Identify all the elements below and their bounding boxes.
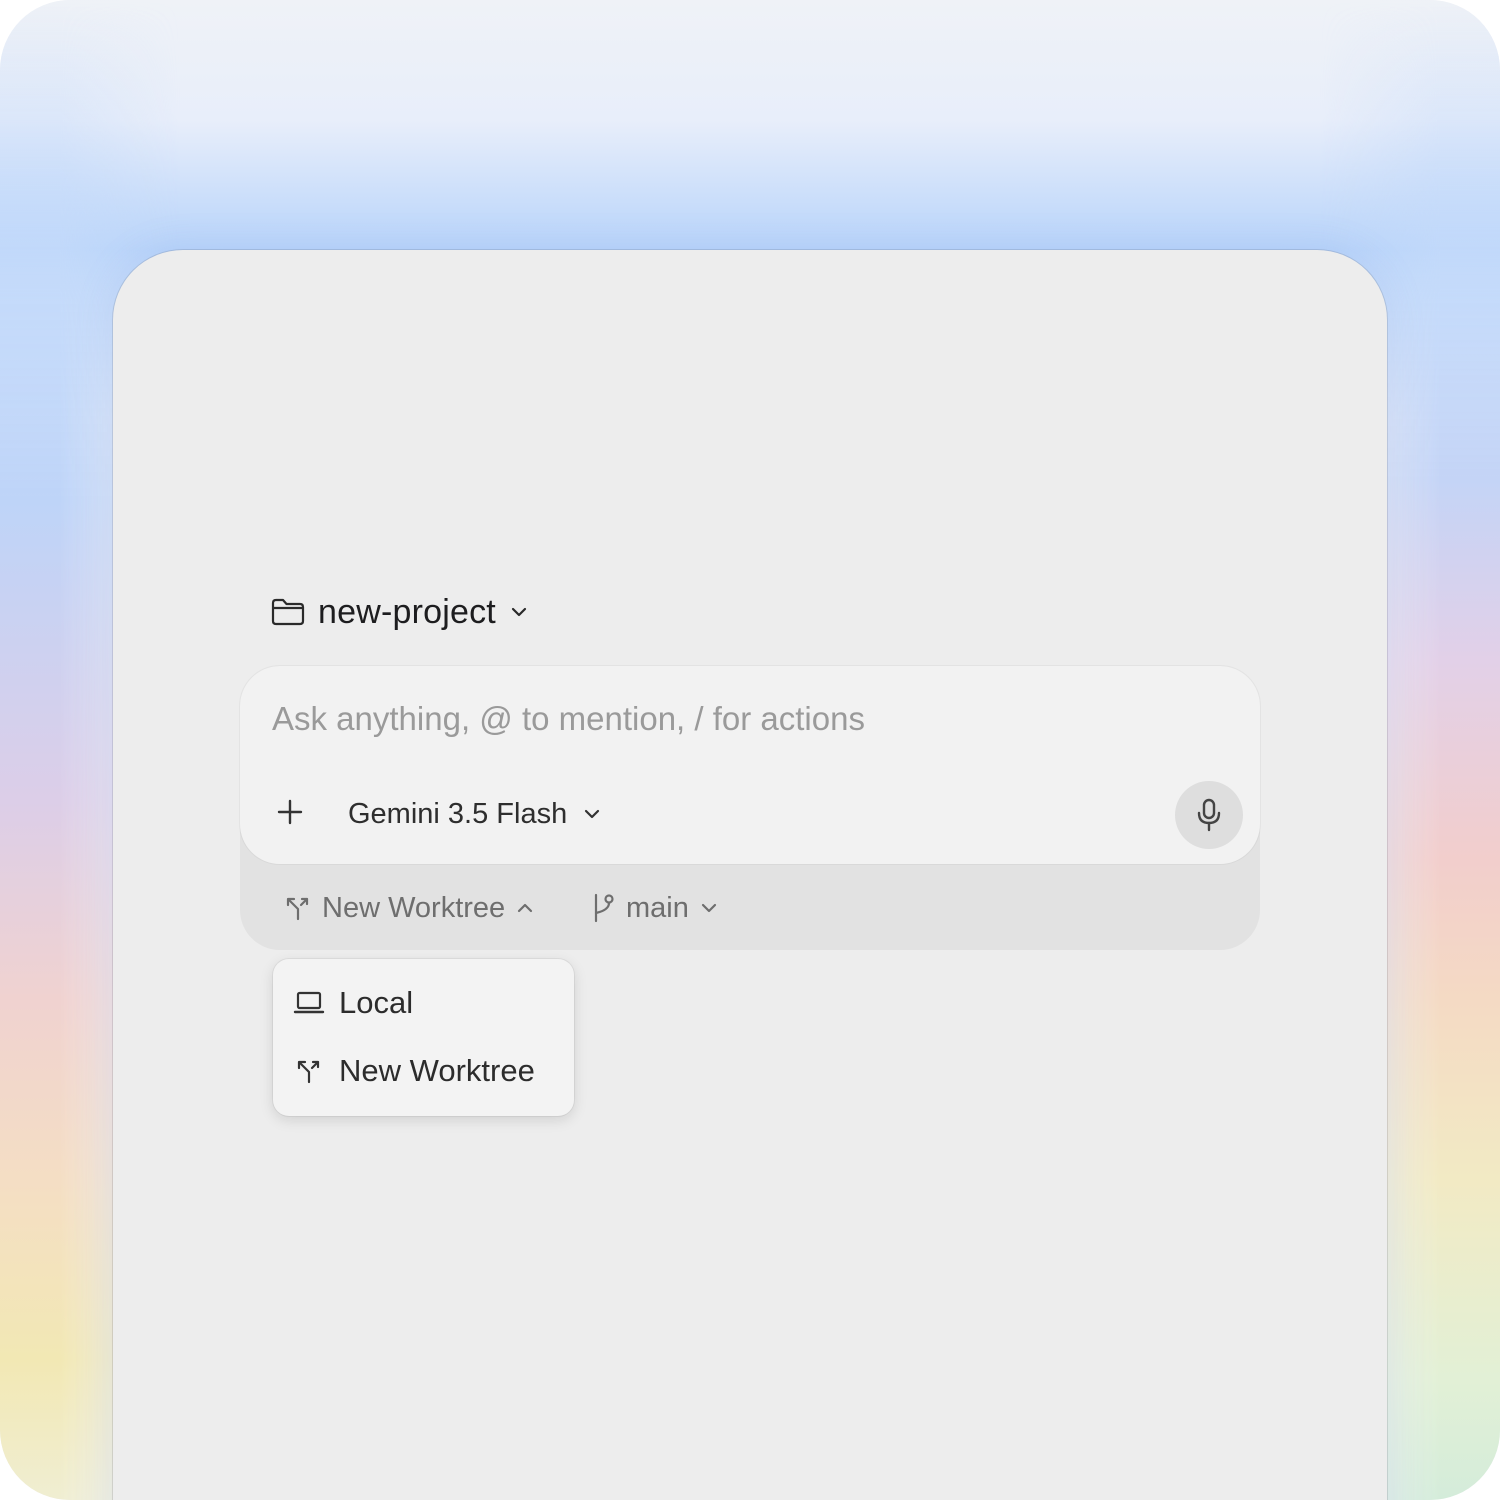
laptop-icon	[293, 989, 325, 1017]
project-selector[interactable]: new-project	[270, 590, 530, 634]
prompt-placeholder[interactable]: Ask anything, @ to mention, / for action…	[272, 700, 865, 738]
menu-item-label: Local	[339, 985, 414, 1020]
chevron-up-icon	[515, 898, 535, 918]
chevron-down-icon	[581, 803, 603, 825]
app-frame: new-project Ask anything, @ to mention, …	[0, 0, 1500, 1500]
chevron-down-icon	[508, 601, 530, 623]
add-attachment-button[interactable]	[272, 794, 308, 830]
folder-icon	[270, 597, 306, 627]
plus-icon	[276, 798, 304, 826]
prompt-input-area[interactable]: Ask anything, @ to mention, / for action…	[240, 666, 1260, 864]
branch-selector[interactable]: main	[590, 888, 719, 928]
project-name: new-project	[318, 592, 496, 631]
worktree-menu: Local New Worktree	[273, 959, 574, 1116]
worktree-icon	[293, 1057, 325, 1085]
prompt-composer: Ask anything, @ to mention, / for action…	[240, 666, 1260, 950]
branch-label: main	[626, 891, 689, 924]
worktree-label: New Worktree	[322, 891, 506, 924]
menu-item-label: New Worktree	[339, 1053, 535, 1088]
worktree-selector[interactable]: New Worktree	[284, 888, 535, 928]
voice-input-button[interactable]	[1175, 781, 1243, 849]
menu-item-new-worktree[interactable]: New Worktree	[293, 1049, 535, 1093]
model-label: Gemini 3.5 Flash	[348, 797, 568, 830]
model-selector[interactable]: Gemini 3.5 Flash	[348, 794, 603, 834]
worktree-icon	[284, 894, 312, 922]
menu-item-local[interactable]: Local	[293, 981, 413, 1025]
microphone-icon	[1194, 798, 1224, 832]
git-branch-icon	[590, 892, 616, 924]
chevron-down-icon	[699, 898, 719, 918]
